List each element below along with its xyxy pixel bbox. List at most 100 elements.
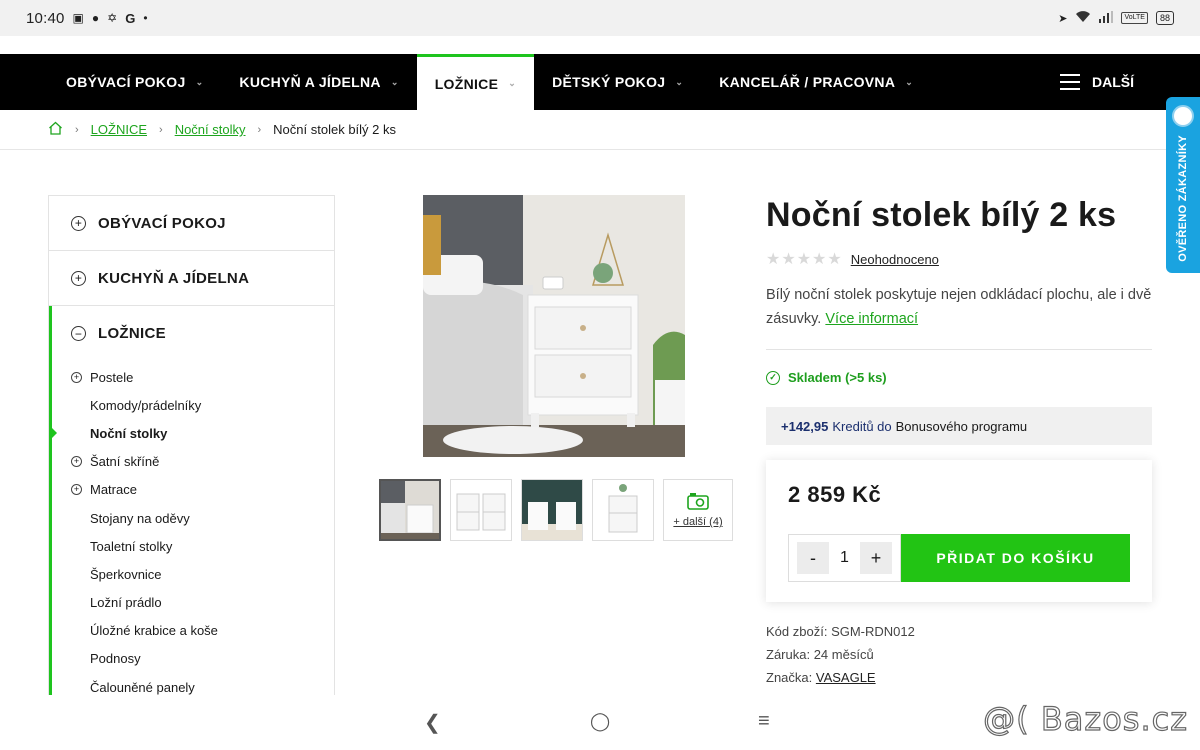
sidebar-item-label: Úložné krabice a koše — [90, 623, 218, 639]
rating-stars-icon: ★★★★★ — [766, 251, 843, 268]
sidebar-item-lozni-pradlo[interactable]: Ložní prádlo — [52, 589, 334, 617]
breadcrumb-current: Noční stolek bílý 2 ks — [273, 122, 396, 137]
status-bar: 10:40 ▣ ● ✡ G • ➤ VoLTE 88 — [0, 0, 1200, 36]
rating-link[interactable]: Neohodnoceno — [851, 252, 939, 267]
brand-link[interactable]: VASAGLE — [816, 670, 876, 685]
sidebar-item-postele[interactable]: + Postele — [52, 363, 334, 391]
product-code-row: Kód zboží: SGM-RDN012 — [766, 620, 1152, 643]
product-title: Noční stolek bílý 2 ks — [766, 196, 1117, 234]
nav-item-loznice[interactable]: LOŽNICE ⌄ — [416, 54, 535, 110]
nav-more-button[interactable]: DALŠÍ — [1060, 54, 1134, 110]
puzzle-icon: ✡ — [107, 11, 118, 25]
product-main-image[interactable] — [423, 195, 685, 457]
quantity-decrease-button[interactable]: - — [797, 542, 829, 574]
more-info-link[interactable]: Více informací — [825, 311, 918, 327]
breadcrumb: › LOŽNICE › Noční stolky › Noční stolek … — [0, 110, 1200, 150]
sidebar-subcategories: + Postele Komody/prádelníky Noční stolky … — [49, 361, 334, 695]
nav-more-label: DALŠÍ — [1092, 74, 1134, 90]
camera-icon — [687, 493, 709, 510]
nav-item-label: DĚTSKÝ POKOJ — [552, 74, 666, 90]
add-to-cart-button[interactable]: PŘIDAT DO KOŠÍKU — [901, 534, 1130, 582]
status-time: 10:40 — [26, 9, 65, 27]
home-circle-icon[interactable]: ◯ — [590, 711, 610, 732]
sidebar-item-matrace[interactable]: + Matrace — [52, 476, 334, 504]
bonus-amount: +142,95 — [781, 418, 829, 434]
thumbnail-4[interactable] — [592, 479, 654, 541]
thumbnail-1[interactable] — [379, 479, 441, 541]
plus-circle-icon: + — [71, 215, 86, 231]
sidebar-item-toaletni-stolky[interactable]: Toaletní stolky — [52, 532, 334, 560]
thumbnail-strip: + další (4) — [379, 479, 733, 541]
nav-item-label: OBÝVACÍ POKOJ — [66, 74, 186, 90]
sidebar-item-label: Matrace — [90, 482, 137, 498]
back-icon[interactable]: ❮ — [424, 710, 441, 735]
brand-row: Značka: VASAGLE — [766, 666, 1152, 689]
volte-badge: VoLTE — [1121, 12, 1148, 24]
nav-item-kuchyn[interactable]: KUCHYŇ A JÍDELNA ⌄ — [221, 54, 416, 110]
sidebar-item-stojany[interactable]: Stojany na oděvy — [52, 504, 334, 532]
verified-badge-label: OVĚŘENO ZÁKAZNÍKY — [1177, 135, 1189, 262]
verified-customers-badge[interactable]: OVĚŘENO ZÁKAZNÍKY — [1166, 97, 1200, 273]
wifi-icon — [1075, 10, 1091, 26]
sidebar-cat-kuchyn[interactable]: + KUCHYŇ A JÍDELNA — [49, 251, 334, 306]
chevron-down-icon: ⌄ — [508, 78, 517, 88]
sidebar-item-sperkovnice[interactable]: Šperkovnice — [52, 560, 334, 588]
sidebar-item-podnosy[interactable]: Podnosy — [52, 645, 334, 673]
sidebar-item-komody[interactable]: Komody/prádelníky — [52, 391, 334, 419]
price-box: 2 859 Kč - 1 + PŘIDAT DO KOŠÍKU — [766, 460, 1152, 602]
plus-circle-icon: + — [71, 484, 82, 496]
sidebar-item-label: Postele — [90, 369, 134, 385]
warranty-row: Záruka: 24 měsíců — [766, 643, 1152, 666]
thumbnail-3[interactable] — [521, 479, 583, 541]
sidebar-cat-loznice[interactable]: − LOŽNICE — [49, 306, 334, 361]
breadcrumb-nocni-stolky[interactable]: Noční stolky — [175, 122, 246, 137]
sidebar-item-label: Šatní skříně — [90, 454, 160, 470]
recents-menu-icon[interactable]: ≡ — [758, 710, 770, 733]
sidebar-item-label: Stojany na oděvy — [90, 510, 190, 526]
status-notification-icons: ▣ ● ✡ G • — [73, 11, 148, 26]
thumbnail-2[interactable] — [450, 479, 512, 541]
sidebar-item-nocni-stolky[interactable]: Noční stolky — [49, 419, 334, 447]
main-nav: OBÝVACÍ POKOJ ⌄ KUCHYŇ A JÍDELNA ⌄ LOŽNICE… — [0, 54, 1200, 110]
product-rating: ★★★★★ Neohodnoceno — [766, 249, 1152, 269]
product-description: Bílý noční stolek poskytuje nejen odklád… — [766, 283, 1152, 331]
plus-circle-icon: + — [71, 371, 82, 383]
sidebar-item-label: Čalouněné panely — [90, 679, 195, 695]
chevron-down-icon: ⌄ — [195, 76, 204, 87]
gallery-more-button[interactable]: + další (4) — [663, 479, 733, 541]
buy-row: - 1 + PŘIDAT DO KOŠÍKU — [788, 534, 1130, 582]
sidebar-item-satni-skrine[interactable]: + Šatní skříně — [52, 448, 334, 476]
nav-item-label: KANCELÁŘ / PRACOVNA — [719, 74, 896, 90]
check-circle-icon: ✓ — [766, 370, 780, 385]
steam-icon: ● — [91, 11, 100, 25]
bonus-program-label: Bonusového programu — [895, 418, 1028, 434]
chevron-down-icon: ⌄ — [390, 76, 399, 87]
plus-circle-icon: + — [71, 270, 86, 286]
google-icon: G — [125, 10, 136, 26]
menu-icon — [1060, 74, 1080, 90]
minus-circle-icon: − — [71, 326, 86, 341]
breadcrumb-loznice[interactable]: LOŽNICE — [91, 122, 147, 137]
sidebar-item-calounene-panely[interactable]: Čalouněné panely — [52, 673, 334, 695]
home-icon[interactable] — [48, 121, 63, 138]
sidebar-item-label: Komody/prádelníky — [90, 397, 202, 413]
product-meta: Kód zboží: SGM-RDN012 Záruka: 24 měsíců … — [766, 620, 1152, 689]
nav-item-obyvaci-pokoj[interactable]: OBÝVACÍ POKOJ ⌄ — [48, 54, 221, 110]
warranty-value: 24 měsíců — [813, 647, 874, 662]
quantity-increase-button[interactable]: + — [860, 542, 892, 574]
chevron-down-icon: ⌄ — [905, 76, 914, 87]
sidebar-item-ulozne-krabice[interactable]: Úložné krabice a koše — [52, 617, 334, 645]
nav-item-detsky-pokoj[interactable]: DĚTSKÝ POKOJ ⌄ — [534, 54, 701, 110]
nav-item-kancelar[interactable]: KANCELÁŘ / PRACOVNA ⌄ — [701, 54, 931, 110]
product-info: Noční stolek bílý 2 ks ★★★★★ Neohodnocen… — [766, 195, 1152, 689]
quantity-stepper: - 1 + — [788, 534, 901, 582]
sidebar-item-label: Ložní prádlo — [90, 595, 162, 611]
status-right: ➤ VoLTE 88 — [1058, 10, 1174, 26]
sidebar-cat-label: KUCHYŇ A JÍDELNA — [98, 269, 250, 287]
sidebar-cat-obyvaci-pokoj[interactable]: + OBÝVACÍ POKOJ — [49, 196, 334, 251]
bonus-credits-label: Kreditů do — [832, 418, 892, 434]
quantity-input[interactable]: 1 — [840, 549, 849, 567]
plus-circle-icon: + — [71, 456, 82, 468]
bonus-program-box: +142,95 Kreditů do Bonusového programu — [766, 407, 1152, 445]
divider — [766, 349, 1152, 350]
